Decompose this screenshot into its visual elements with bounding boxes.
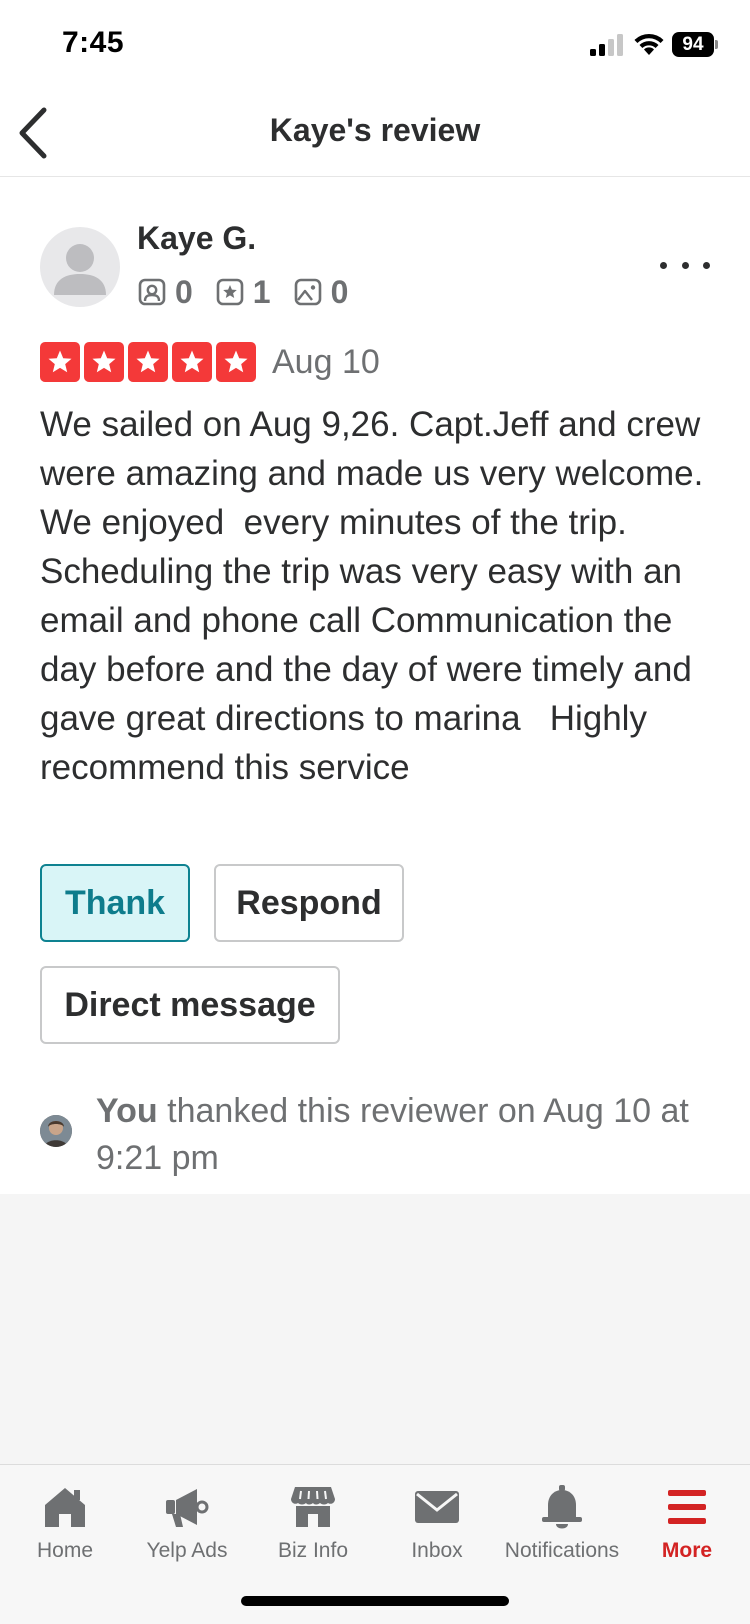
rating-star-icon xyxy=(172,342,212,382)
thanked-note: You thanked this reviewer on Aug 10 at 9… xyxy=(96,1088,726,1182)
photos-count: 0 xyxy=(330,273,349,310)
friends-icon xyxy=(138,278,166,306)
tab-label-home: Home xyxy=(36,1539,94,1562)
default-user-icon xyxy=(54,244,106,295)
owner-avatar xyxy=(40,1115,72,1147)
tab-more[interactable]: More xyxy=(622,1483,750,1563)
thank-button[interactable]: Thank xyxy=(40,864,190,942)
rating-star-icon xyxy=(84,342,124,382)
battery-cap xyxy=(715,40,718,49)
nav-header: Kaye's review xyxy=(0,90,750,177)
reviews-stat: 1 xyxy=(215,274,271,311)
cellular-signal-icon xyxy=(590,34,623,56)
status-time: 7:45 xyxy=(62,26,125,59)
rating-star-icon xyxy=(40,342,80,382)
tab-inbox[interactable]: Inbox xyxy=(372,1483,502,1563)
tab-label-yelp-ads: Yelp Ads xyxy=(146,1539,228,1562)
thanked-you: You xyxy=(96,1092,158,1130)
tab-yelp-ads[interactable]: Yelp Ads xyxy=(122,1483,252,1563)
review-text: We sailed on Aug 9,26. Capt.Jeff and cre… xyxy=(40,405,714,787)
friends-count: 0 xyxy=(175,273,193,310)
rating-star-icon xyxy=(216,342,256,382)
review-screen: 7:45 94 Kaye's review Kaye G. 0 1 0 Aug … xyxy=(0,0,750,1624)
battery-level: 94 xyxy=(672,32,714,57)
photos-stat: 0 xyxy=(293,273,349,311)
direct-message-button[interactable]: Direct message xyxy=(40,966,340,1044)
photo-icon xyxy=(294,278,321,306)
tab-label-notifications: Notifications xyxy=(504,1539,620,1562)
wifi-icon xyxy=(634,33,664,55)
envelope-icon xyxy=(415,1491,459,1523)
thanked-text: thanked this reviewer on Aug 10 at 9:21 … xyxy=(96,1092,689,1177)
bell-icon xyxy=(542,1485,582,1529)
review-date: Aug 10 xyxy=(272,343,380,381)
tab-notifications[interactable]: Notifications xyxy=(497,1483,627,1563)
megaphone-icon xyxy=(166,1489,209,1527)
reviewer-stats: 0 1 0 xyxy=(137,272,370,312)
respond-button[interactable]: Respond xyxy=(214,864,404,942)
tab-home[interactable]: Home xyxy=(0,1483,130,1563)
page-title: Kaye's review xyxy=(269,112,481,148)
reviews-count: 1 xyxy=(252,273,271,310)
friends-stat: 0 xyxy=(137,274,193,311)
status-bar: 7:45 94 xyxy=(0,0,750,90)
rating-star-icon xyxy=(128,342,168,382)
reviewer-name[interactable]: Kaye G. xyxy=(137,220,256,257)
tab-label-inbox: Inbox xyxy=(411,1539,463,1562)
star-rating xyxy=(40,342,260,382)
owner-photo-icon xyxy=(40,1115,72,1147)
menu-icon xyxy=(668,1490,706,1524)
home-icon xyxy=(45,1488,85,1527)
tab-label-biz-info: Biz Info xyxy=(277,1539,349,1562)
reviewer-avatar[interactable] xyxy=(40,227,120,307)
more-options-icon[interactable] xyxy=(660,250,710,280)
storefront-icon xyxy=(291,1487,335,1527)
tab-biz-info[interactable]: Biz Info xyxy=(248,1483,378,1563)
tab-label-more: More xyxy=(661,1539,713,1562)
battery-icon: 94 xyxy=(672,32,718,57)
empty-area xyxy=(0,1194,750,1464)
review-star-icon xyxy=(216,278,244,306)
home-indicator[interactable] xyxy=(241,1596,509,1606)
